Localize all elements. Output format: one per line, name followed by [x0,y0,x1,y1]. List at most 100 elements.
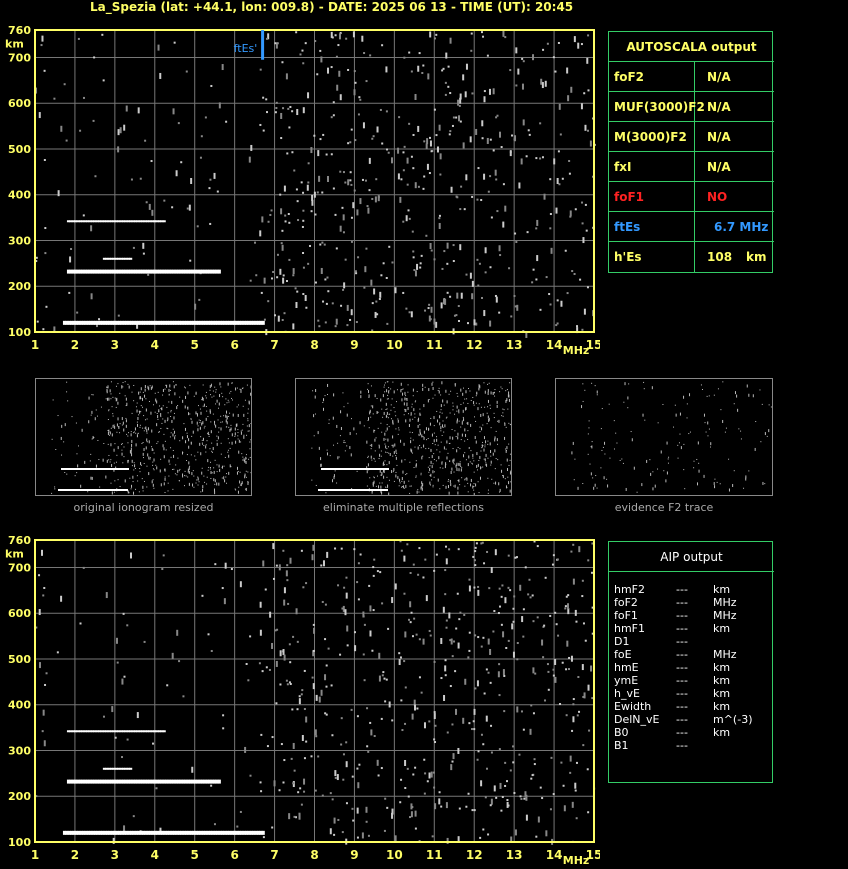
noise-point [346,644,349,647]
thumb-point [449,436,451,440]
noise-point [535,278,538,281]
thumb-point [442,420,444,422]
noise-point [344,609,347,616]
noise-point [488,88,491,95]
thumb-point [486,423,488,425]
noise-point [528,133,531,136]
thumb-point [204,481,206,483]
thumb-point [246,425,248,427]
noise-point [297,219,300,222]
thumb-point [185,440,187,444]
thumb-point [161,422,163,424]
thumb-point [587,433,589,435]
aip-value: --- [676,609,688,622]
thumb-point [390,388,392,390]
thumb-point [406,473,408,475]
noise-point [188,204,191,211]
thumb-point [241,429,243,431]
noise-point [318,175,321,182]
thumb-point [153,487,155,489]
thumb-point [190,454,192,456]
noise-point [448,612,451,619]
x-tick-label: 13 [506,338,523,352]
thumb-point [209,410,211,414]
thumb-point [458,409,460,413]
noise-point [218,102,221,109]
noise-point [378,675,381,682]
noise-point [377,774,380,777]
noise-point [275,564,278,567]
noise-point [465,63,468,70]
thumb-point [457,480,459,482]
thumb-point [88,396,90,400]
noise-point [368,584,371,587]
noise-point [586,129,589,132]
thumb-point [211,396,213,398]
noise-point [152,742,155,745]
thumb-point [427,466,429,468]
thumb-point [421,484,423,488]
thumb-point [148,472,150,476]
thumb-trace [125,468,127,470]
thumb-point [385,409,387,411]
noise-point [302,266,305,269]
noise-point [586,286,589,289]
thumb-point [144,427,146,429]
thumb-point [195,482,197,484]
noise-point [585,229,588,232]
noise-point [430,249,433,252]
noise-point [343,586,346,589]
noise-point [439,153,442,160]
thumb-point [509,471,511,475]
thumb-point [380,474,382,476]
thumb-point [388,492,390,496]
thumb-point [697,441,699,445]
thumb-point [377,427,379,429]
thumb-point [81,428,83,432]
noise-point [326,175,329,182]
thumb-point [596,390,598,394]
thumb-point [184,427,186,431]
thumb-point [343,440,345,442]
thumb-trace [363,468,365,470]
thumb-point [490,449,492,453]
noise-point [557,41,560,44]
thumb-point [343,441,345,443]
thumb-point [387,394,389,396]
thumb-point [761,403,763,405]
noise-point [268,668,271,671]
noise-point [166,684,169,687]
noise-point [337,44,340,47]
thumb-point [185,395,187,399]
y-tick-label: 400 [8,189,31,202]
noise-point [327,67,330,74]
thumb-trace [341,468,343,470]
thumb-point [436,436,438,438]
noise-point [292,742,295,749]
thumb-point [483,458,485,460]
noise-point [513,595,516,598]
thumb-point [390,404,392,406]
y-axis-label: km [5,547,24,560]
noise-point [434,803,437,810]
noise-point [501,795,504,798]
thumb-point [337,456,339,460]
y-tick-label: 300 [8,234,31,247]
noise-point [518,182,521,189]
thumb-point [137,416,139,420]
noise-point [452,116,455,119]
noise-point [473,809,476,812]
thumb-point [410,485,412,487]
noise-point [499,254,502,257]
noise-point [315,694,318,701]
noise-point [445,626,448,629]
thumb-point [125,424,127,428]
noise-point [274,42,277,45]
thumb-point [407,413,409,415]
thumb-point [124,479,126,483]
thumb-point [386,408,388,410]
noise-point [412,256,415,259]
noise-point [571,801,574,808]
noise-point [581,222,584,225]
noise-point [60,125,63,132]
